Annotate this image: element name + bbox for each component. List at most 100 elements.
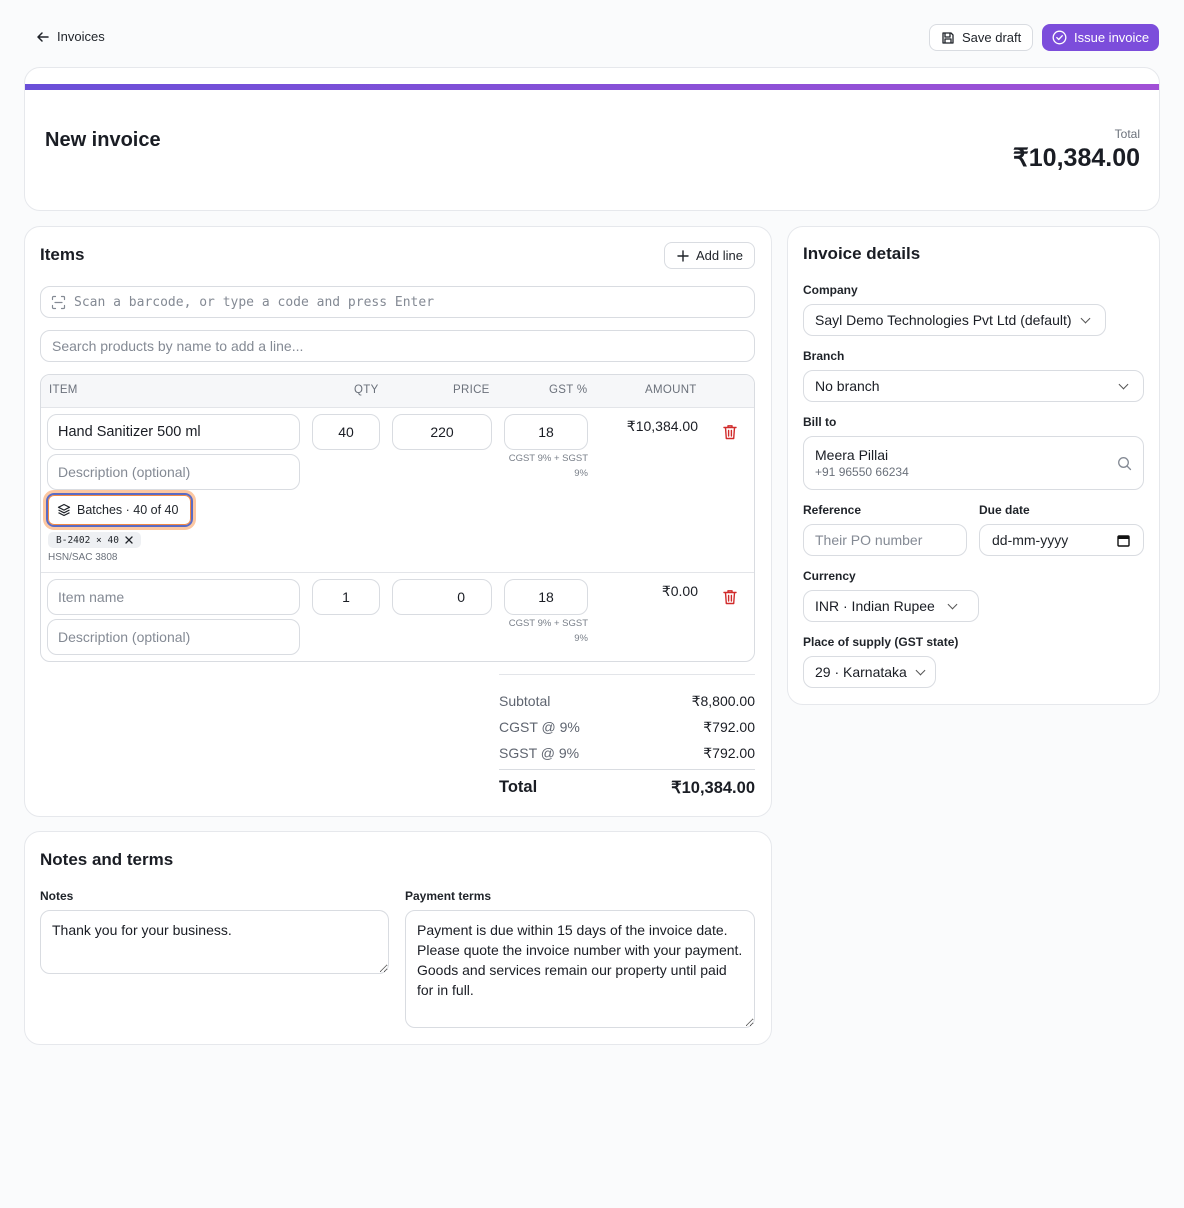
subtotal-value: ₹8,800.00: [691, 693, 755, 709]
scan-icon: [51, 295, 66, 309]
branch-select[interactable]: No branch: [803, 370, 1144, 402]
payment-terms-textarea[interactable]: Payment is due within 15 days of the inv…: [405, 910, 755, 1028]
total-row: Total ₹10,384.00: [499, 778, 755, 798]
save-draft-button[interactable]: Save draft: [929, 24, 1033, 51]
line-item-price-input[interactable]: 0: [392, 579, 492, 615]
line-item-name-input[interactable]: Hand Sanitizer 500 ml: [47, 414, 300, 450]
line-item-name-value: Hand Sanitizer 500 ml: [58, 424, 201, 440]
notes-heading: Notes and terms: [40, 850, 174, 869]
line-item-price-value: 220: [430, 424, 454, 440]
product-search-placeholder: Search products by name to add a line...: [52, 338, 304, 354]
add-line-button[interactable]: Add line: [664, 242, 755, 269]
close-icon[interactable]: [125, 536, 133, 544]
back-link-label: Invoices: [57, 29, 105, 44]
line-item-qty-input[interactable]: 1: [312, 579, 380, 615]
line-item-price-input[interactable]: 220: [392, 414, 492, 450]
place-of-supply-value: 29 · Karnataka: [815, 664, 907, 680]
total-label: Total: [1114, 127, 1140, 141]
back-link[interactable]: Invoices: [36, 29, 105, 44]
cgst-value: ₹792.00: [703, 719, 755, 735]
batches-button-label: Batches · 40 of 40: [77, 503, 179, 517]
due-date-placeholder: dd-mm-yyyy: [992, 532, 1069, 548]
save-icon: [942, 31, 954, 44]
save-draft-label: Save draft: [962, 30, 1022, 45]
reference-input[interactable]: Their PO number: [803, 524, 967, 556]
line-item-qty-input[interactable]: 40: [312, 414, 380, 450]
line-item-amount: ₹10,384.00: [626, 418, 698, 434]
due-date-input[interactable]: dd-mm-yyyy: [979, 524, 1144, 556]
line-item-description-input[interactable]: Description (optional): [47, 619, 300, 655]
sgst-row: SGST @ 9% ₹792.00: [499, 745, 755, 762]
place-of-supply-select[interactable]: 29 · Karnataka: [803, 656, 936, 688]
arrow-left-icon: [37, 31, 49, 42]
trash-icon[interactable]: [723, 589, 737, 605]
line-item-description-input[interactable]: Description (optional): [47, 454, 300, 490]
invoice-details-heading: Invoice details: [803, 244, 921, 263]
sgst-label: SGST @ 9%: [499, 745, 580, 761]
line-item-gst-value: 18: [538, 589, 554, 605]
line-item-tax-note: CGST 9% + SGST 9%: [508, 453, 588, 479]
barcode-scan-input[interactable]: Scan a barcode, or type a code and press…: [40, 286, 755, 318]
line-item-name-placeholder: Item name: [58, 589, 125, 605]
branch-label: Branch: [803, 349, 845, 363]
chevron-down-icon: [915, 665, 926, 675]
customer-phone: +91 96550 66234: [815, 465, 909, 479]
summary-total-value: ₹10,384.00: [671, 779, 755, 797]
hsn-code: HSN/SAC 3808: [48, 552, 118, 563]
chevron-down-icon: [947, 599, 958, 609]
reference-label: Reference: [803, 503, 862, 517]
currency-select[interactable]: INR · Indian Rupee: [803, 590, 979, 622]
column-header-item: ITEM: [49, 384, 78, 396]
subtotal-row: Subtotal ₹8,800.00: [499, 693, 755, 710]
calendar-icon[interactable]: [1117, 534, 1130, 547]
page-title: New invoice: [45, 129, 161, 151]
currency-label: Currency: [803, 569, 856, 583]
batch-chip-label: B-2402 × 40: [56, 534, 119, 546]
column-header-amount: AMOUNT: [645, 384, 697, 396]
bill-to-customer-picker[interactable]: Meera Pillai +91 96550 66234: [803, 436, 1144, 490]
sgst-value: ₹792.00: [703, 745, 755, 761]
trash-icon[interactable]: [723, 424, 737, 440]
column-header-price: PRICE: [453, 384, 490, 396]
cgst-row: CGST @ 9% ₹792.00: [499, 719, 755, 736]
line-item-tax-note: CGST 9% + SGST 9%: [508, 618, 588, 644]
notes-textarea[interactable]: Thank you for your business.: [40, 910, 389, 974]
column-header-gst: GST %: [549, 384, 588, 396]
batch-chip[interactable]: B-2402 × 40: [48, 532, 141, 548]
reference-placeholder: Their PO number: [815, 532, 923, 548]
line-item-gst-input[interactable]: 18: [504, 414, 588, 450]
subtotal-label: Subtotal: [499, 693, 551, 709]
branch-value: No branch: [815, 378, 880, 394]
plus-icon: [677, 249, 689, 262]
bill-to-customer: Meera Pillai +91 96550 66234: [815, 447, 909, 479]
invoice-header-card: New invoice Total ₹10,384.00: [24, 67, 1160, 211]
product-search-input[interactable]: Search products by name to add a line...: [40, 330, 755, 362]
items-heading: Items: [40, 245, 85, 264]
bill-to-label: Bill to: [803, 415, 837, 429]
add-line-label: Add line: [696, 248, 743, 263]
check-circle-icon: [1052, 30, 1067, 45]
due-date-label: Due date: [979, 503, 1030, 517]
place-of-supply-label: Place of supply (GST state): [803, 635, 959, 649]
customer-name: Meera Pillai: [815, 447, 889, 463]
total-divider: [499, 769, 755, 770]
currency-value: INR · Indian Rupee: [815, 598, 935, 614]
line-item-name-input[interactable]: Item name: [47, 579, 300, 615]
line-item-qty-value: 40: [338, 424, 354, 440]
line-item-description-placeholder: Description (optional): [58, 629, 191, 645]
line-item-gst-input[interactable]: 18: [504, 579, 588, 615]
chevron-down-icon: [1080, 313, 1090, 323]
chevron-down-icon: [1118, 379, 1129, 389]
search-icon: [1118, 457, 1132, 471]
issue-invoice-button[interactable]: Issue invoice: [1042, 24, 1159, 51]
summary-divider: [499, 674, 755, 675]
batches-button[interactable]: Batches · 40 of 40: [43, 490, 196, 530]
summary-total-label: Total: [499, 778, 538, 796]
line-item-qty-value: 1: [342, 589, 350, 605]
payment-terms-label: Payment terms: [405, 889, 492, 903]
layers-icon: [57, 503, 71, 517]
line-item-amount: ₹0.00: [661, 583, 698, 599]
company-select[interactable]: Sayl Demo Technologies Pvt Ltd (default): [803, 304, 1106, 336]
batches-button-inner: Batches · 40 of 40: [46, 493, 193, 527]
total-value: ₹10,384.00: [1012, 144, 1140, 172]
